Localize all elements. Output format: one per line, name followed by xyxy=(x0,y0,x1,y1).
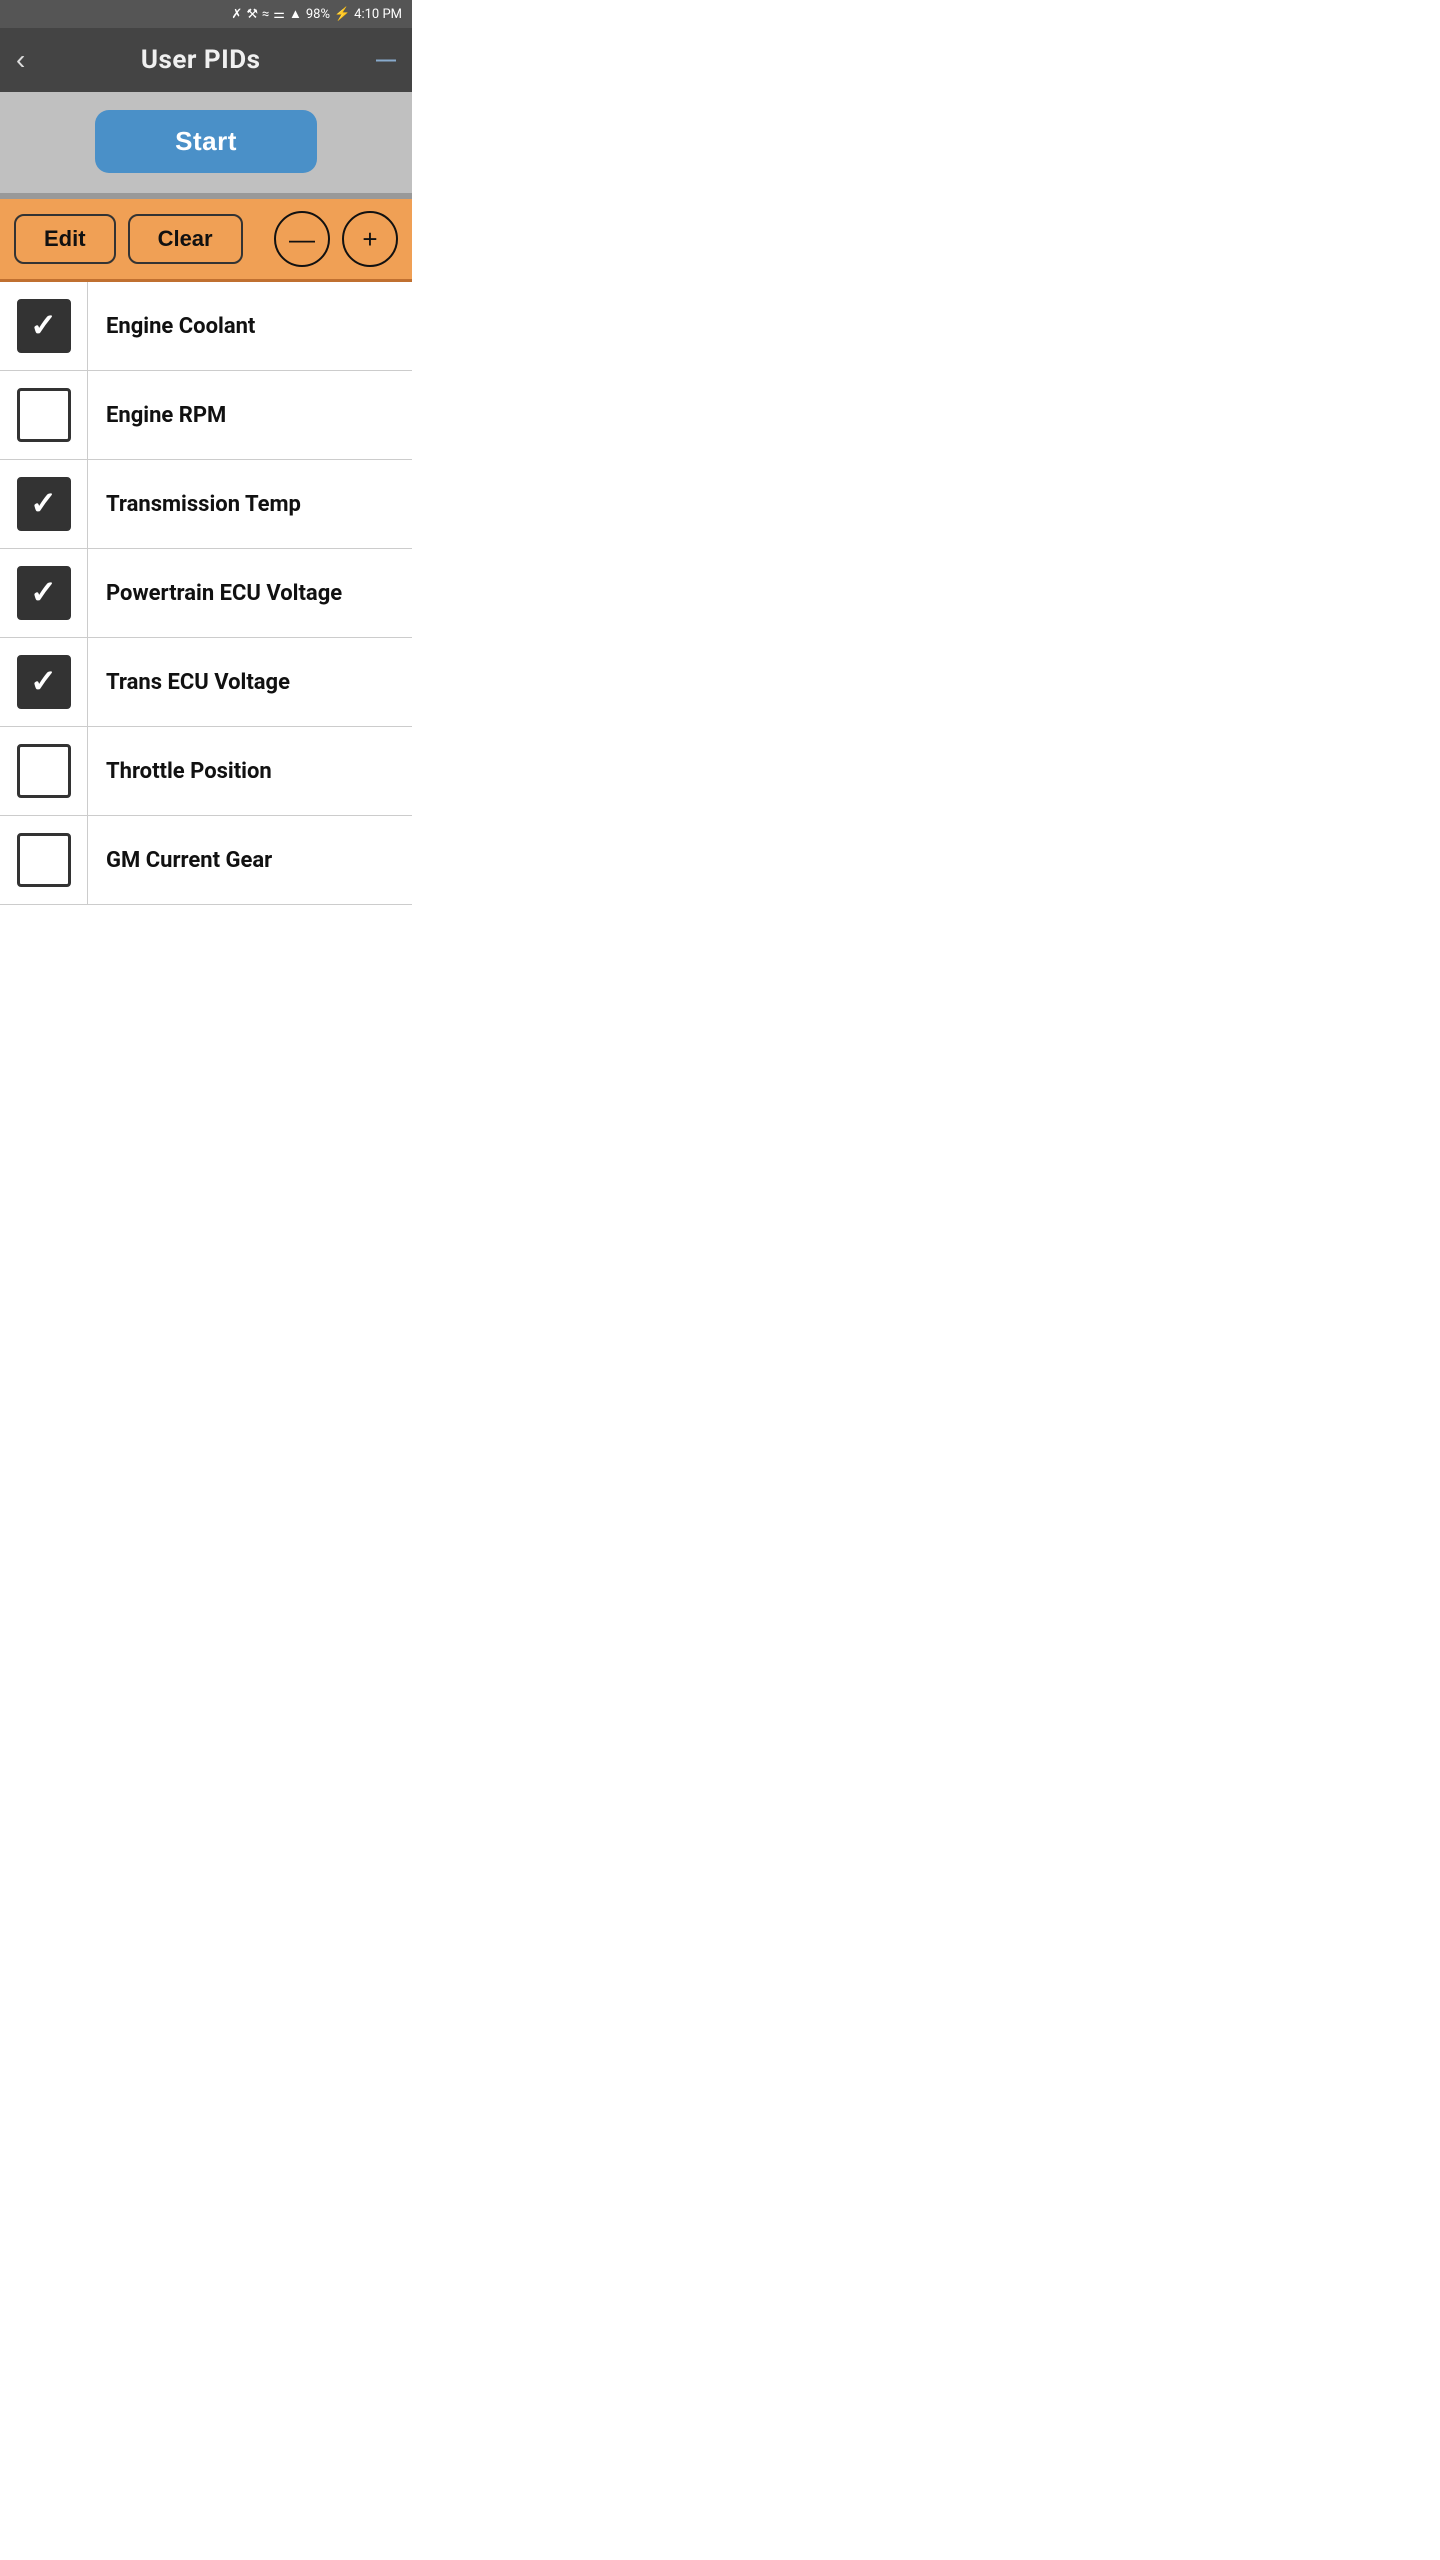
pid-label-4: Powertrain ECU Voltage xyxy=(88,581,360,606)
clock-time: 4:10 PM xyxy=(354,7,402,22)
pid-label-7: GM Current Gear xyxy=(88,848,290,873)
menu-button[interactable]: — xyxy=(376,49,396,72)
pid-checkbox-7[interactable]: ✓ xyxy=(17,833,71,887)
checkmark-icon: ✓ xyxy=(30,665,57,697)
checkbox-cell: ✓ xyxy=(0,638,88,726)
pid-checkbox-2[interactable]: ✓ xyxy=(17,388,71,442)
pid-label-5: Trans ECU Voltage xyxy=(88,670,308,695)
table-row: ✓ Engine RPM xyxy=(0,371,412,460)
signal-icon: ▲ xyxy=(289,6,302,22)
pid-label-6: Throttle Position xyxy=(88,759,290,784)
pid-checkbox-1[interactable]: ✓ xyxy=(17,299,71,353)
table-row: ✓ Engine Coolant xyxy=(0,282,412,371)
checkbox-cell: ✓ xyxy=(0,460,88,548)
status-icons: ✗ ⚒ ≈ ⚌ ▲ 98% ⚡ 4:10 PM xyxy=(231,6,402,22)
alarm-icon: ⚒ xyxy=(246,7,258,22)
pid-label-2: Engine RPM xyxy=(88,403,244,428)
plus-button[interactable]: + xyxy=(342,211,398,267)
navbar: ‹ User PIDs — xyxy=(0,28,412,92)
checkmark-icon: ✓ xyxy=(30,487,57,519)
table-row: ✓ Transmission Temp xyxy=(0,460,412,549)
table-row: ✓ Powertrain ECU Voltage xyxy=(0,549,412,638)
toolbar: Edit Clear — + xyxy=(0,199,412,282)
pid-checkbox-6[interactable]: ✓ xyxy=(17,744,71,798)
pid-list: ✓ Engine Coolant ✓ Engine RPM ✓ Transmission … xyxy=(0,282,412,905)
page-title: User PIDs xyxy=(141,45,261,75)
pid-checkbox-4[interactable]: ✓ xyxy=(17,566,71,620)
edit-button[interactable]: Edit xyxy=(14,214,116,264)
checkmark-icon: ✓ xyxy=(30,576,57,608)
battery-icon: ⚡ xyxy=(334,7,350,22)
start-area: Start xyxy=(0,92,412,193)
table-row: ✓ Trans ECU Voltage xyxy=(0,638,412,727)
wifi-icon: ≈ xyxy=(262,7,269,22)
pid-checkbox-3[interactable]: ✓ xyxy=(17,477,71,531)
minus-button[interactable]: — xyxy=(274,211,330,267)
checkbox-cell: ✓ xyxy=(0,816,88,904)
back-button[interactable]: ‹ xyxy=(16,46,25,74)
bottom-area xyxy=(0,905,412,1005)
clear-button[interactable]: Clear xyxy=(128,214,243,264)
checkmark-icon: ✓ xyxy=(30,309,57,341)
checkbox-cell: ✓ xyxy=(0,549,88,637)
pid-label-1: Engine Coolant xyxy=(88,314,273,339)
checkbox-cell: ✓ xyxy=(0,727,88,815)
pid-label-3: Transmission Temp xyxy=(88,492,319,517)
checkbox-cell: ✓ xyxy=(0,371,88,459)
bluetooth-icon: ✗ xyxy=(231,7,242,22)
battery-percent: 98% xyxy=(306,7,330,22)
table-row: ✓ Throttle Position xyxy=(0,727,412,816)
checkbox-cell: ✓ xyxy=(0,282,88,370)
start-button[interactable]: Start xyxy=(95,110,317,173)
pid-checkbox-5[interactable]: ✓ xyxy=(17,655,71,709)
plus-icon: + xyxy=(362,224,377,255)
minus-icon: — xyxy=(289,224,315,255)
signal-blocked-icon: ⚌ xyxy=(273,7,285,22)
status-bar: ✗ ⚒ ≈ ⚌ ▲ 98% ⚡ 4:10 PM xyxy=(0,0,412,28)
table-row: ✓ GM Current Gear xyxy=(0,816,412,905)
